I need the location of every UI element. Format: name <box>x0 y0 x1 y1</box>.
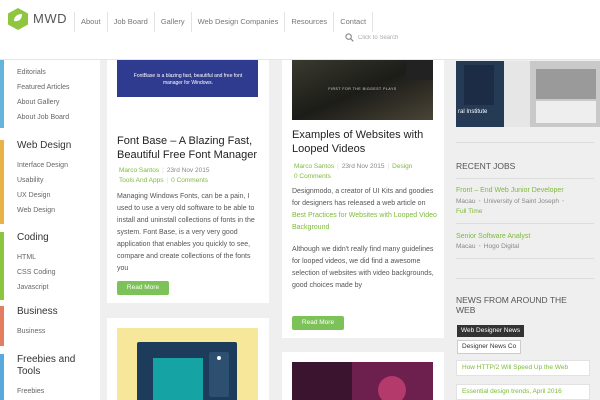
category-title-coding[interactable]: Coding <box>17 232 100 244</box>
category-group-freebies: Freebies and Tools Freebies <box>0 354 100 400</box>
nav-job-board[interactable]: Job Board <box>106 12 154 32</box>
nav-about[interactable]: About <box>74 12 107 32</box>
search-box[interactable] <box>345 33 438 42</box>
category-sidebar: Editorials Featured Articles About Galle… <box>0 46 100 400</box>
sidebar-link-freebies[interactable]: Freebies <box>17 384 100 399</box>
post-thumbnail[interactable] <box>292 362 433 400</box>
nav-contact[interactable]: Contact <box>333 12 374 32</box>
sidebar-link-css-coding[interactable]: CSS Coding <box>17 265 100 280</box>
category-title-business[interactable]: Business <box>17 306 100 318</box>
read-more-button[interactable]: Read More <box>292 316 344 330</box>
category-group-web-design: Web Design Interface Design Usability UX… <box>0 140 100 224</box>
search-input[interactable] <box>358 34 438 41</box>
post-date: 23rd Nov 2015 <box>166 167 210 174</box>
sidebar-link-javascript[interactable]: Javascript <box>17 280 100 295</box>
site-header: MWD About Job Board Gallery Web Design C… <box>0 0 600 60</box>
search-icon[interactable] <box>345 33 354 42</box>
job-company: University of Saint Joseph <box>483 198 559 205</box>
main-nav: About Job Board Gallery Web Design Compa… <box>74 12 374 32</box>
job-type: Full Time <box>456 208 483 215</box>
post-excerpt: Designmodo, a creator of UI Kits and goo… <box>292 186 440 292</box>
recent-jobs-heading: RECENT JOBS <box>456 161 516 171</box>
post-thumbnail[interactable]: FontBase is a blazing fast, beautiful an… <box>117 54 258 97</box>
post-date: 23rd Nov 2015 <box>341 163 385 170</box>
job-company: Hogo Digital <box>483 243 520 250</box>
post-card-partial-2 <box>282 352 444 400</box>
post-category[interactable]: Tools And Apps <box>119 177 163 184</box>
nav-resources[interactable]: Resources <box>284 12 333 32</box>
logo-hexagon-icon[interactable] <box>8 8 28 30</box>
post-thumbnail[interactable] <box>117 328 258 400</box>
sidebar-link-web-design[interactable]: Web Design <box>17 203 100 218</box>
sidebar-link-interface-design[interactable]: Interface Design <box>17 158 100 173</box>
divider <box>456 142 594 143</box>
post-comments[interactable]: 0 Comments <box>171 177 208 184</box>
read-more-button[interactable]: Read More <box>117 281 169 295</box>
job-title-senior-analyst[interactable]: Senior Software Analyst <box>456 233 530 240</box>
category-title-freebies-and-tools[interactable]: Freebies and Tools <box>17 354 87 378</box>
excerpt-intro: Designmodo, a creator of UI Kits and goo… <box>292 188 434 207</box>
sidebar-link-featured-articles[interactable]: Featured Articles <box>17 80 100 95</box>
job-location: Macau <box>456 198 476 205</box>
excerpt-more: Although we didn't really find many guid… <box>292 246 434 289</box>
news-heading: NEWS FROM AROUND THE WEB <box>456 295 567 315</box>
thumbnail-text: FontBase is a blazing fast, beautiful an… <box>133 73 243 86</box>
sidebar-link-ux-design[interactable]: UX Design <box>17 188 100 203</box>
post-author[interactable]: Marco Santos <box>119 167 159 174</box>
job-meta: Macau • Hogo Digital <box>456 243 520 250</box>
sidebar-link-about-job-board[interactable]: About Job Board <box>17 110 100 125</box>
post-card-looped-videos: FIRST FOR THE BIGGEST PLAYS Examples of … <box>282 54 444 338</box>
divider <box>456 258 594 259</box>
post-card-font-base: FontBase is a blazing fast, beautiful an… <box>107 54 269 303</box>
post-title[interactable]: Examples of Websites with Looped Videos <box>292 128 442 156</box>
excerpt-link[interactable]: Best Practices for Websites with Looped … <box>292 210 440 234</box>
category-title-web-design[interactable]: Web Design <box>17 140 100 152</box>
nav-gallery[interactable]: Gallery <box>153 12 191 32</box>
post-title[interactable]: Font Base – A Blazing Fast, Beautiful Fr… <box>117 134 265 162</box>
tab-web-designer-news[interactable]: Web Designer News <box>457 325 525 337</box>
post-excerpt: Managing Windows Fonts, can be a pain, I… <box>117 193 255 272</box>
sidebar-link-usability[interactable]: Usability <box>17 173 100 188</box>
sidebar-link-html[interactable]: HTML <box>17 250 100 265</box>
post-card-partial-1 <box>107 318 269 400</box>
nav-web-design-companies[interactable]: Web Design Companies <box>190 12 285 32</box>
gallery-caption: ral Institute <box>458 109 488 115</box>
tab-designer-news-co[interactable]: Designer News Co <box>457 340 522 354</box>
job-title-front-end[interactable]: Front – End Web Junior Developer <box>456 187 564 194</box>
sidebar-link-business[interactable]: Business <box>17 324 100 339</box>
sidebar-link-editorials[interactable]: Editorials <box>17 65 100 80</box>
news-link[interactable]: How HTTP/2 Will Speed Up the Web <box>456 360 590 376</box>
category-group-business: Business Business <box>0 306 100 346</box>
gallery-preview-image[interactable]: ral Institute <box>456 61 600 127</box>
logo-text[interactable]: MWD <box>33 11 67 26</box>
thumbnail-text: FIRST FOR THE BIGGEST PLAYS <box>328 87 397 91</box>
divider <box>456 223 594 224</box>
post-thumbnail[interactable]: FIRST FOR THE BIGGEST PLAYS <box>292 60 433 120</box>
job-meta: Macau • University of Saint Joseph • <box>456 198 565 205</box>
category-group-coding: Coding HTML CSS Coding Javascript <box>0 232 100 300</box>
news-link[interactable]: Essential design trends, April 2016 <box>456 384 590 400</box>
job-location: Macau <box>456 243 476 250</box>
divider <box>456 278 594 279</box>
post-category[interactable]: Design <box>392 163 412 170</box>
post-author[interactable]: Marco Santos <box>294 163 334 170</box>
gallery-preview <box>456 61 600 127</box>
post-meta: Marco Santos | 23rd Nov 2015 Tools And App… <box>119 167 210 184</box>
sidebar-link-about-gallery[interactable]: About Gallery <box>17 95 100 110</box>
divider <box>456 178 594 179</box>
post-comments[interactable]: 0 Comments <box>294 173 331 180</box>
post-meta: Marco Santos | 23rd Nov 2015 | Design 0 Comm… <box>294 163 413 180</box>
